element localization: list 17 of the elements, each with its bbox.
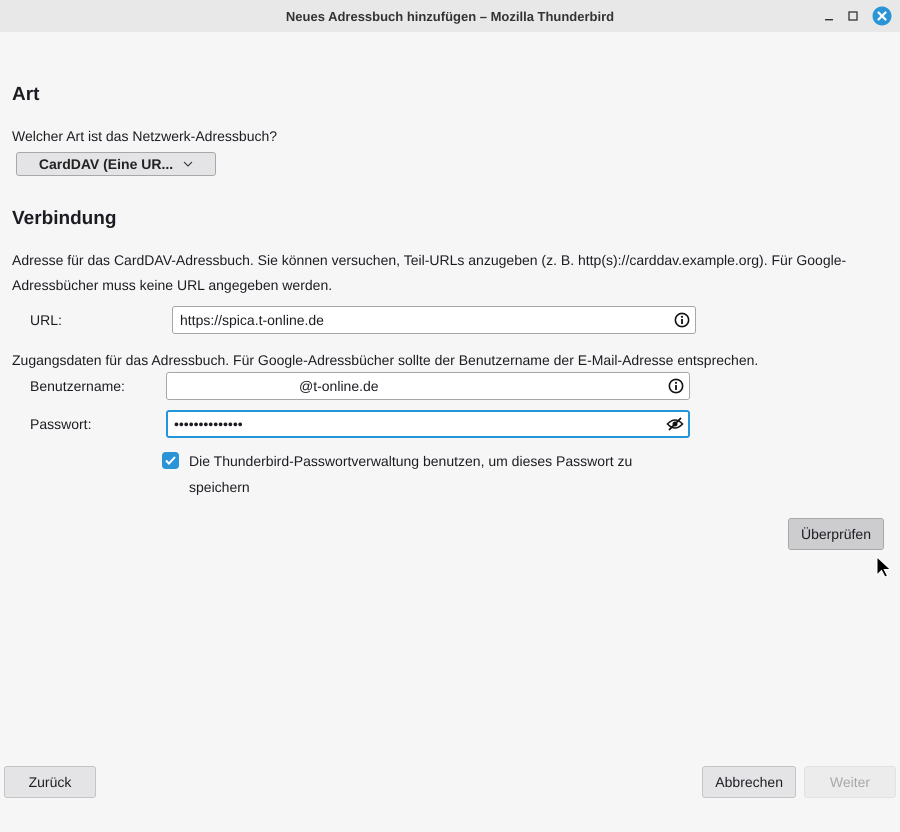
field-label: URL: [29, 312, 63, 328]
footer-button[interactable]: Zurück [4, 766, 96, 798]
username-field[interactable]: @t-online.de [166, 372, 690, 400]
field-label: Passwort: [29, 416, 92, 432]
section-heading: Art [12, 84, 40, 106]
credentials-note: Zugangsdaten für das Adressbuch. Für Google-Adressbücher sollte der Benutzername der E-Mail-Adresse entsprechen. [12, 352, 760, 368]
footer-button[interactable]: Abbrechen [702, 766, 796, 798]
check-button[interactable]: Überprüfen [788, 518, 884, 550]
description-text: Adresse für das CardDAV-Adressbuch. Sie können versuchen, Teil-URLs anzugeben (z. B. http(s)://carddav.example.org). Für Google-Adressbücher muss keine URL angegeben werden. [12, 251, 848, 295]
type-dropdown[interactable]: CardDAV (Eine UR... [16, 152, 216, 176]
field-label: Benutzername: [29, 378, 126, 394]
question-label: Welcher Art ist das Netzwerk-Adressbuch? [12, 128, 278, 144]
checkbox-label: Die Thunderbird-Passwortverwaltung benutzen, um dieses Passwort zu speichern [189, 452, 634, 497]
url-field[interactable]: https://spica.t-online.de [172, 306, 696, 334]
window-title: Neues Adressbuch hinzufügen – Mozilla Thunderbird [286, 8, 614, 24]
password-field[interactable]: •••••••••••••• [166, 410, 690, 438]
section-heading: Verbindung [12, 208, 118, 230]
